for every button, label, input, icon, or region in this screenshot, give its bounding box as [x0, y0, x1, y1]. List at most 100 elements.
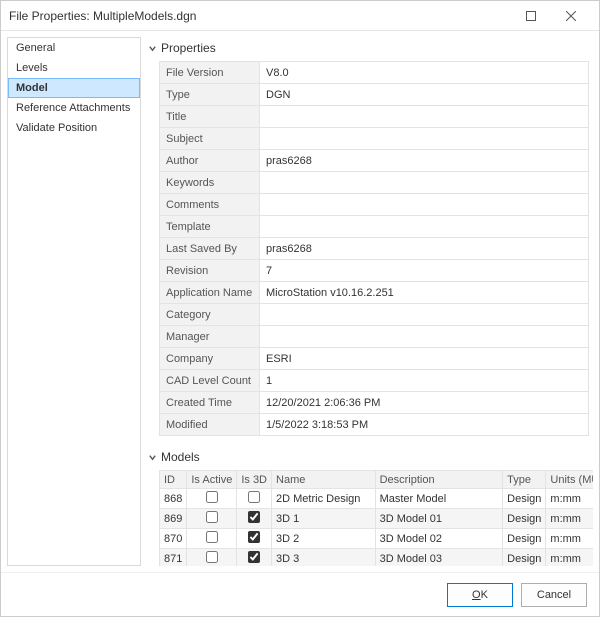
property-value[interactable]: V8.0 — [260, 62, 589, 84]
chevron-down-icon — [147, 43, 157, 53]
property-value[interactable]: 1 — [260, 370, 589, 392]
property-value[interactable]: 1/5/2022 3:18:53 PM — [260, 414, 589, 436]
property-label: Template — [160, 216, 260, 238]
column-header-units[interactable]: Units (MU:SU) — [546, 471, 593, 489]
models-label: Models — [161, 450, 200, 464]
property-label: Last Saved By — [160, 238, 260, 260]
property-label: Category — [160, 304, 260, 326]
ok-button[interactable]: OK — [447, 583, 513, 607]
cancel-button[interactable]: Cancel — [521, 583, 587, 607]
property-value[interactable]: ESRI — [260, 348, 589, 370]
close-button[interactable] — [551, 2, 591, 30]
table-row[interactable]: 8682D Metric DesignMaster ModelDesignm:m… — [160, 489, 594, 509]
table-row[interactable]: 8703D 23D Model 02Designm:mm — [160, 529, 594, 549]
is-3d-checkbox[interactable] — [248, 491, 260, 503]
property-label: File Version — [160, 62, 260, 84]
cell-type: Design — [503, 529, 546, 549]
cell-id: 870 — [160, 529, 187, 549]
property-row: Subject — [160, 128, 589, 150]
column-header-description[interactable]: Description — [375, 471, 503, 489]
cell-is-3d — [237, 489, 272, 509]
property-row: Created Time12/20/2021 2:06:36 PM — [160, 392, 589, 414]
cell-is-3d — [237, 529, 272, 549]
is-active-checkbox[interactable] — [206, 551, 218, 563]
sidebar-item-reference-attachments[interactable]: Reference Attachments — [8, 98, 140, 118]
is-active-checkbox[interactable] — [206, 531, 218, 543]
sidebar-item-levels[interactable]: Levels — [8, 58, 140, 78]
cell-is-active — [187, 509, 237, 529]
is-3d-checkbox[interactable] — [248, 511, 260, 523]
property-label: Title — [160, 106, 260, 128]
dialog-body: GeneralLevelsModelReference AttachmentsV… — [1, 31, 599, 572]
property-row: Last Saved Bypras6268 — [160, 238, 589, 260]
cell-description: 3D Model 01 — [375, 509, 503, 529]
property-value[interactable] — [260, 326, 589, 348]
column-header-name[interactable]: Name — [272, 471, 376, 489]
cell-is-3d — [237, 549, 272, 567]
cell-type: Design — [503, 509, 546, 529]
cell-name: 2D Metric Design — [272, 489, 376, 509]
property-row: Manager — [160, 326, 589, 348]
cell-units: m:mm — [546, 549, 593, 567]
property-value[interactable]: pras6268 — [260, 238, 589, 260]
models-section-header[interactable]: Models — [147, 446, 589, 470]
is-active-checkbox[interactable] — [206, 511, 218, 523]
cell-description: 3D Model 02 — [375, 529, 503, 549]
property-row: File VersionV8.0 — [160, 62, 589, 84]
properties-section-header[interactable]: Properties — [147, 37, 589, 61]
column-header-is_3d[interactable]: Is 3D — [237, 471, 272, 489]
cell-type: Design — [503, 489, 546, 509]
window-controls — [511, 2, 591, 30]
title-bar: File Properties: MultipleModels.dgn — [1, 1, 599, 31]
property-value[interactable] — [260, 128, 589, 150]
property-value[interactable] — [260, 216, 589, 238]
property-row: Template — [160, 216, 589, 238]
property-row: Comments — [160, 194, 589, 216]
cell-is-active — [187, 529, 237, 549]
property-label: Manager — [160, 326, 260, 348]
property-value[interactable]: 12/20/2021 2:06:36 PM — [260, 392, 589, 414]
is-3d-checkbox[interactable] — [248, 551, 260, 563]
maximize-button[interactable] — [511, 2, 551, 30]
property-label: Modified — [160, 414, 260, 436]
property-row: Category — [160, 304, 589, 326]
property-value[interactable] — [260, 106, 589, 128]
property-label: Author — [160, 150, 260, 172]
sidebar: GeneralLevelsModelReference AttachmentsV… — [7, 37, 141, 566]
main-panel: Properties File VersionV8.0TypeDGNTitleS… — [147, 37, 593, 566]
dialog-window: File Properties: MultipleModels.dgn Gene… — [0, 0, 600, 617]
property-label: Comments — [160, 194, 260, 216]
cell-type: Design — [503, 549, 546, 567]
cell-name: 3D 3 — [272, 549, 376, 567]
sidebar-item-validate-position[interactable]: Validate Position — [8, 118, 140, 138]
cell-name: 3D 1 — [272, 509, 376, 529]
property-value[interactable] — [260, 194, 589, 216]
cell-description: 3D Model 03 — [375, 549, 503, 567]
table-row[interactable]: 8693D 13D Model 01Designm:mm — [160, 509, 594, 529]
cell-is-active — [187, 549, 237, 567]
property-value[interactable]: DGN — [260, 84, 589, 106]
is-3d-checkbox[interactable] — [248, 531, 260, 543]
window-title: File Properties: MultipleModels.dgn — [9, 9, 511, 23]
property-row: TypeDGN — [160, 84, 589, 106]
sidebar-item-general[interactable]: General — [8, 38, 140, 58]
column-header-is_active[interactable]: Is Active — [187, 471, 237, 489]
sidebar-item-model[interactable]: Model — [8, 78, 140, 98]
cell-is-3d — [237, 509, 272, 529]
property-label: Company — [160, 348, 260, 370]
properties-label: Properties — [161, 41, 216, 55]
is-active-checkbox[interactable] — [206, 491, 218, 503]
table-row[interactable]: 871 3D 33D Model 03Designm:mm — [160, 549, 594, 567]
property-row: CAD Level Count1 — [160, 370, 589, 392]
property-label: Subject — [160, 128, 260, 150]
property-value[interactable]: pras6268 — [260, 150, 589, 172]
cell-units: m:mm — [546, 529, 593, 549]
property-value[interactable] — [260, 172, 589, 194]
property-value[interactable]: MicroStation v10.16.2.251 — [260, 282, 589, 304]
column-header-type[interactable]: Type — [503, 471, 546, 489]
property-label: Application Name — [160, 282, 260, 304]
property-value[interactable]: 7 — [260, 260, 589, 282]
cell-id: 871 — [160, 549, 187, 567]
column-header-id[interactable]: ID — [160, 471, 187, 489]
property-value[interactable] — [260, 304, 589, 326]
